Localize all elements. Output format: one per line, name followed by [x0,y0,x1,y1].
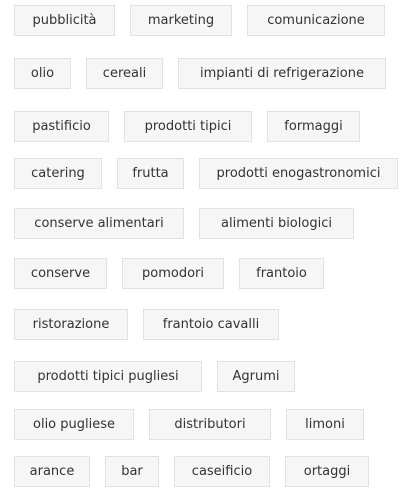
tag-link[interactable]: frutta [117,158,184,189]
tag-link[interactable]: marketing [130,5,232,36]
tag-link[interactable]: comunicazione [247,5,385,36]
tag-link[interactable]: arance [14,456,90,487]
tag-link[interactable]: prodotti tipici [124,111,252,142]
tag-link[interactable]: limoni [286,409,364,440]
tag-link[interactable]: prodotti tipici pugliesi [14,361,202,392]
tag-link[interactable]: caseificio [174,456,270,487]
tag-link[interactable]: prodotti enogastronomici [199,158,398,189]
tag-link[interactable]: conserve alimentari [14,208,184,239]
tag-link[interactable]: formaggi [267,111,360,142]
tag-link[interactable]: frantoio [239,258,324,289]
tag-link[interactable]: impianti di refrigerazione [178,58,386,89]
tag-link[interactable]: alimenti biologici [199,208,354,239]
tag-link[interactable]: distributori [149,409,271,440]
tag-link[interactable]: catering [14,158,102,189]
tag-link[interactable]: conserve [14,258,107,289]
tag-link[interactable]: frantoio cavalli [143,309,279,340]
tag-link[interactable]: cereali [86,58,163,89]
tag-link[interactable]: olio pugliese [14,409,134,440]
tag-link[interactable]: ristorazione [14,309,128,340]
tag-link[interactable]: Agrumi [217,361,295,392]
tag-link[interactable]: pastificio [14,111,109,142]
tag-link[interactable]: pubblicità [14,5,115,36]
tag-link[interactable]: bar [105,456,159,487]
tag-link[interactable]: ortaggi [285,456,369,487]
tag-link[interactable]: olio [14,58,71,89]
tag-link[interactable]: pomodori [122,258,224,289]
